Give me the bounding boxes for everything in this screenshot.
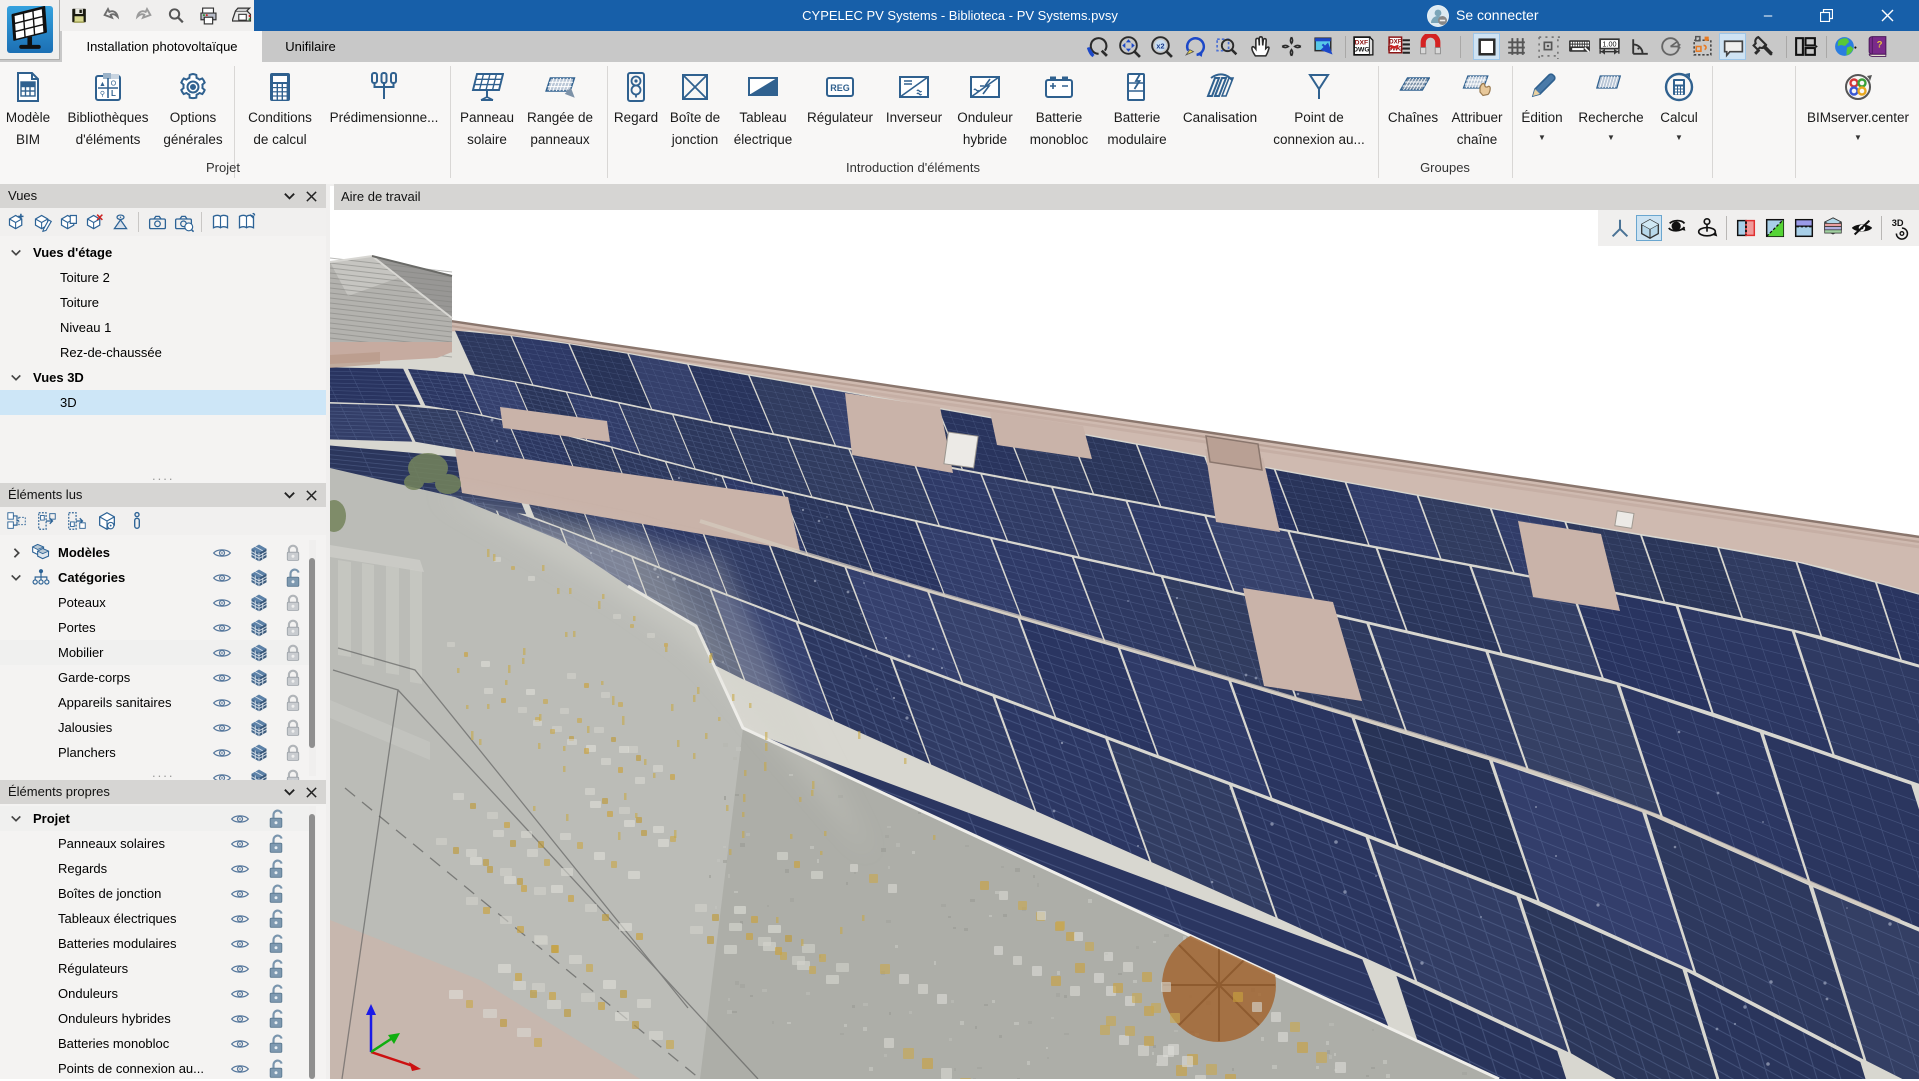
svg-text:DXF: DXF [1389,38,1402,45]
svg-text:L: L [111,89,116,98]
svg-text:DWG: DWG [1353,47,1370,54]
svg-text:1.00: 1.00 [1602,40,1616,49]
svg-text:DXF: DXF [1355,39,1369,46]
svg-text:x2: x2 [1156,42,1164,51]
svg-text:O: O [111,81,117,88]
svg-text:?: ? [1877,40,1883,50]
svg-text:⚲: ⚲ [100,90,105,98]
svg-text:▲: ▲ [99,81,106,88]
svg-text:REG: REG [830,83,850,93]
svg-text:3D: 3D [1892,218,1904,228]
